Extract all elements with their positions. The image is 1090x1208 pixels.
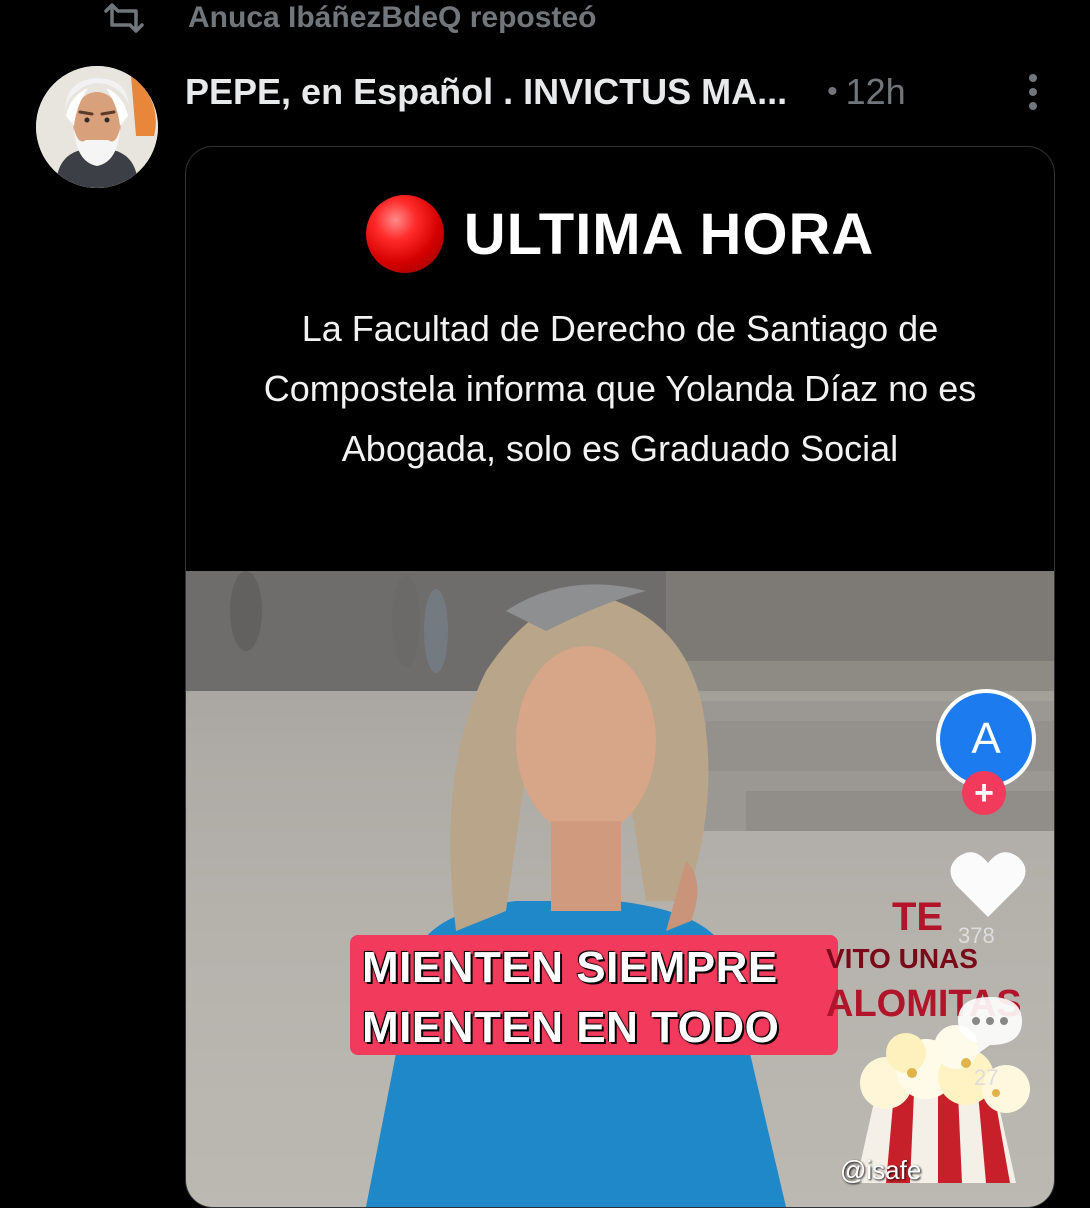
follow-avatar-letter: A [971, 714, 1001, 763]
post-header: PEPE, en Español . INVICTUS MA... • 12h [185, 66, 1065, 118]
author-avatar[interactable] [36, 66, 158, 188]
comment-count: 27 [974, 1065, 999, 1090]
sticker-te: TE [892, 895, 944, 939]
news-subtext: La Facultad de Derecho de Santiago de Co… [263, 308, 977, 469]
caption-line-2: MIENTEN EN TODO [362, 1003, 780, 1052]
repost-text[interactable]: Anuca IbáñezBdeQ reposteó [188, 1, 596, 35]
headline-row: ULTIMA HORA [186, 195, 1054, 273]
post-media[interactable]: ULTIMA HORA La Facultad de Derecho de Sa… [185, 146, 1055, 1208]
author-name[interactable]: PEPE, en Español . INVICTUS MA... [185, 71, 787, 113]
follow-plus-button[interactable]: + [962, 771, 1006, 815]
separator-dot: • [827, 75, 838, 108]
caption-line-1: MIENTEN SIEMPRE [362, 943, 778, 992]
headline: ULTIMA HORA [463, 201, 875, 267]
sticker-vito: VITO UNAS [826, 943, 978, 974]
repost-indicator: Anuca IbáñezBdeQ reposteó [100, 0, 596, 36]
red-circle-icon [365, 195, 444, 273]
post-time[interactable]: 12h [846, 71, 906, 113]
comment-icon[interactable] [954, 993, 1026, 1057]
heart-icon[interactable] [948, 849, 1028, 919]
more-vertical-icon[interactable] [1029, 74, 1039, 110]
like-count: 378 [958, 923, 995, 948]
repost-icon [104, 3, 144, 33]
tiktok-watermark: @isafe [840, 1155, 922, 1185]
